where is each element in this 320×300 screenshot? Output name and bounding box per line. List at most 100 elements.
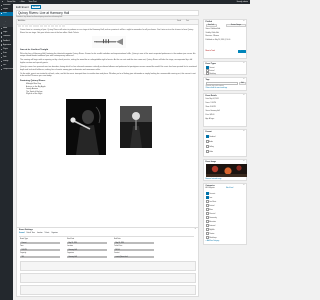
tab-tickets[interactable]: Tickets bbox=[45, 233, 50, 236]
add-media-button[interactable]: Add Media bbox=[18, 21, 25, 22]
align-left-icon[interactable] bbox=[40, 24, 43, 28]
content-paragraph-3: Quincy's career has spanned over two dec… bbox=[20, 66, 197, 71]
choose-tags-link[interactable]: Choose from the most used tags bbox=[206, 88, 228, 89]
list-item[interactable]: Jazz bbox=[205, 196, 212, 200]
save-draft-button[interactable]: Save Draft bbox=[205, 24, 217, 27]
more-tag-icon[interactable] bbox=[58, 24, 62, 28]
post-title-input[interactable]: Quincy Rivers: Live at Harmony Hall bbox=[16, 9, 199, 16]
tags-box: Tags ▲ Add Separate tags with commas Cho… bbox=[203, 77, 247, 91]
photo-gallery bbox=[20, 98, 197, 155]
content-paragraph-2: The evening will begin with an opening s… bbox=[20, 59, 193, 65]
editor-toolbar bbox=[18, 24, 66, 28]
list-item[interactable]: Education bbox=[205, 220, 216, 224]
toggle-arrow-icon[interactable]: ▲ bbox=[243, 21, 245, 22]
list-item[interactable]: Workshops bbox=[205, 236, 217, 240]
detail-line: Venue: Harmony Hall bbox=[205, 111, 220, 112]
toggle-arrow-icon[interactable]: ▲ bbox=[243, 131, 245, 132]
list-item: Rhythm of the Night bbox=[26, 93, 197, 96]
add-new-category-link[interactable]: + Add New Category bbox=[206, 241, 220, 242]
feedback-icon bbox=[0, 40, 3, 42]
ticket-price-field[interactable]: $45.00 bbox=[114, 248, 154, 252]
list-item[interactable]: Nightlife bbox=[205, 228, 215, 232]
contact-field[interactable]: events@demo.local bbox=[114, 255, 154, 259]
trash-link[interactable]: Move to Trash bbox=[206, 51, 216, 52]
preview-button[interactable]: Preview Changes bbox=[226, 24, 246, 27]
admin-bar-new[interactable]: + New bbox=[19, 1, 24, 3]
end-date-field[interactable]: May 24, 2024 bbox=[114, 241, 154, 245]
content-paragraph-1: We're big fans of Harmony Hall, featurin… bbox=[20, 52, 196, 58]
musician-photo[interactable] bbox=[65, 98, 106, 155]
visibility-line: Visibility: Public Edit bbox=[205, 32, 219, 34]
page-icon bbox=[0, 32, 3, 34]
add-tag-button[interactable]: Add bbox=[239, 82, 246, 85]
label-start-date: Start Date bbox=[67, 239, 75, 240]
toggle-arrow-icon[interactable]: ▲ bbox=[243, 161, 245, 162]
time-field[interactable]: 8:00 PM bbox=[20, 248, 60, 252]
list-item[interactable]: Workshop bbox=[205, 71, 216, 75]
admin-bar-view[interactable]: View Post bbox=[29, 1, 37, 3]
tab-visual[interactable]: Visual bbox=[177, 21, 181, 22]
sidebar-collapse[interactable]: Collapse menu bbox=[0, 68, 13, 72]
list-item[interactable]: Standard bbox=[205, 135, 215, 139]
add-new-button[interactable]: Add New bbox=[30, 5, 42, 9]
capacity-field[interactable]: 300 bbox=[20, 255, 60, 259]
admin-bar-site[interactable]: Demo Site bbox=[7, 1, 15, 3]
editor-content[interactable]: Come share in a evening of jazz. Quincy … bbox=[20, 29, 197, 155]
location-field[interactable]: Harmony Hall bbox=[67, 248, 107, 252]
event-type-select[interactable]: Concert bbox=[20, 241, 60, 245]
italic-icon[interactable] bbox=[25, 24, 29, 28]
tab-organizer[interactable]: Organizer bbox=[51, 233, 58, 236]
list-item[interactable]: Live Music bbox=[205, 200, 216, 204]
list-item[interactable]: Blues bbox=[205, 208, 213, 212]
bullet-list-icon[interactable] bbox=[29, 24, 32, 28]
trumpet-image[interactable] bbox=[91, 35, 126, 48]
organizer-field[interactable]: Harmony Hall bbox=[67, 255, 107, 259]
blockquote-icon[interactable] bbox=[36, 24, 40, 28]
event-details-title: Event Details bbox=[205, 94, 217, 97]
list-item[interactable]: Community bbox=[205, 216, 217, 220]
toggle-arrow-icon[interactable]: ▲ bbox=[243, 95, 245, 96]
stage-photo[interactable] bbox=[119, 105, 152, 148]
tab-location[interactable]: Location bbox=[37, 233, 43, 236]
list-item[interactable]: Aside bbox=[205, 140, 213, 144]
wordpress-logo-icon[interactable]: ● bbox=[2, 1, 3, 3]
tab-all-categories[interactable]: All Categories bbox=[206, 188, 215, 189]
toggle-arrow-icon[interactable]: ▲ bbox=[243, 63, 245, 64]
list-item[interactable]: Video bbox=[205, 150, 213, 154]
tab-text[interactable]: Text bbox=[186, 21, 189, 22]
start-date-field[interactable]: May 24, 2024 bbox=[67, 241, 107, 245]
featured-image-thumbnail[interactable] bbox=[205, 164, 247, 177]
update-button[interactable]: Update bbox=[238, 50, 246, 53]
toggle-arrow-icon[interactable]: ▲ bbox=[243, 185, 245, 186]
tab-date-time[interactable]: Date & Time bbox=[27, 233, 35, 236]
list-item[interactable]: Festival bbox=[205, 204, 214, 208]
tab-most-used[interactable]: Most Used bbox=[226, 188, 233, 189]
link-icon[interactable] bbox=[51, 24, 54, 28]
align-right-icon[interactable] bbox=[47, 24, 51, 28]
list-item[interactable]: Theatre bbox=[205, 232, 214, 236]
event-settings-title: Event Settings bbox=[19, 229, 33, 231]
unlink-icon[interactable] bbox=[54, 24, 58, 28]
tab-general[interactable]: General bbox=[19, 233, 25, 236]
toggle-arrow-icon[interactable]: ▲ bbox=[243, 79, 245, 80]
permalink[interactable]: Permalink: http://demo.local/events/quin… bbox=[16, 17, 62, 18]
align-center-icon[interactable] bbox=[43, 24, 47, 28]
detail-line: Date: May 24, 2024 bbox=[205, 99, 219, 100]
tags-input[interactable] bbox=[205, 82, 238, 85]
collapse-arrow-icon[interactable]: ▲ bbox=[194, 229, 196, 230]
bold-icon[interactable] bbox=[21, 24, 25, 28]
list-item[interactable]: Featured bbox=[205, 224, 215, 228]
list-item[interactable]: Gallery bbox=[205, 145, 214, 149]
song-list: Midnight Blue Bop Autumn in the Big Appl… bbox=[20, 83, 197, 96]
paragraph-format-icon[interactable] bbox=[18, 24, 21, 28]
detail-line: Doors: 7:00 PM bbox=[205, 103, 216, 104]
list-item[interactable]: Classical bbox=[205, 212, 215, 216]
numbered-list-icon[interactable] bbox=[32, 24, 36, 28]
collapse-icon bbox=[0, 69, 3, 71]
list-item[interactable]: Concerts bbox=[205, 192, 215, 196]
remove-featured-image-link[interactable]: Remove featured image bbox=[206, 179, 222, 180]
posts-submenu: All Posts Add New Categories Tags bbox=[0, 15, 13, 27]
toolbar-toggle-icon[interactable] bbox=[62, 24, 66, 28]
admin-bar-user[interactable]: Howdy, admin bbox=[237, 1, 248, 3]
comment-icon bbox=[0, 36, 3, 38]
